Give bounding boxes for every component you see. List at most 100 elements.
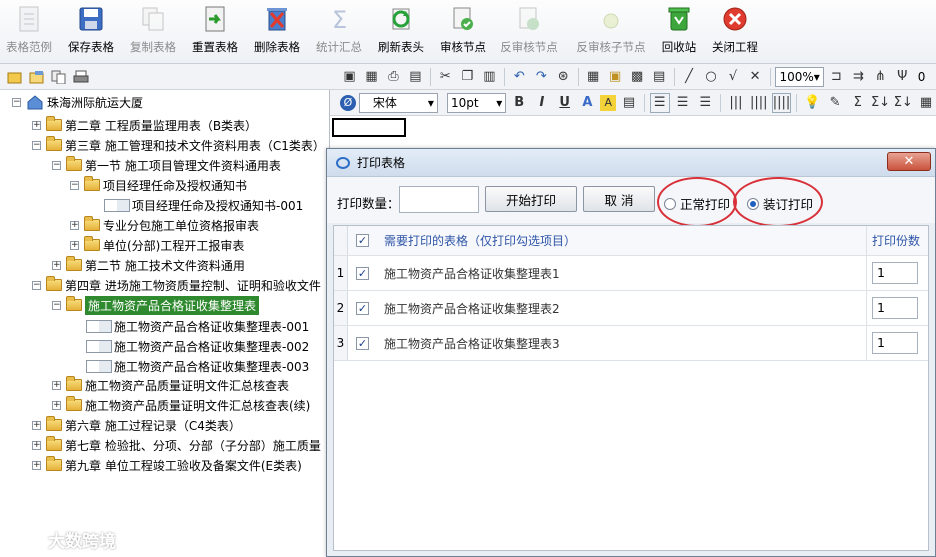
cross-icon[interactable]: ✕ bbox=[746, 67, 765, 87]
table-row[interactable]: 2 ✓ 施工物资产品合格证收集整理表2 1 bbox=[334, 291, 928, 326]
split-icon[interactable]: ⋔ bbox=[871, 67, 890, 87]
insert-col-icon[interactable]: ⇉ bbox=[849, 67, 868, 87]
tree-node-section2[interactable]: + 第二节 施工技术文件资料通用 bbox=[52, 255, 245, 275]
paste-icon[interactable]: ▥ bbox=[480, 67, 499, 87]
statistics-button[interactable]: Σ 统计汇总 bbox=[306, 4, 372, 62]
sum-col-icon[interactable]: Σ↓ bbox=[893, 93, 913, 113]
tree-node-chapter4[interactable]: − 第四章 进场施工物资质量控制、证明和验收文件 bbox=[32, 275, 321, 295]
line-icon[interactable]: ╱ bbox=[680, 67, 699, 87]
copies-input[interactable]: 1 bbox=[872, 332, 918, 354]
tree-print-icon[interactable] bbox=[72, 68, 90, 86]
collapse-icon[interactable]: − bbox=[32, 280, 41, 290]
tree-node-chapter2[interactable]: + 第二章 工程质量监理用表（B类表） bbox=[32, 115, 257, 135]
tree-copy-icon[interactable] bbox=[50, 68, 68, 86]
refresh-header-button[interactable]: 刷新表头 bbox=[368, 4, 434, 62]
bulb-icon[interactable]: 💡 bbox=[802, 93, 822, 113]
circle-icon[interactable]: ○ bbox=[702, 67, 721, 87]
row-checkbox[interactable]: ✓ bbox=[356, 337, 369, 350]
copies-input[interactable]: 1 bbox=[872, 297, 918, 319]
open-folder-icon[interactable] bbox=[28, 68, 46, 86]
unaudit-child-node-button[interactable]: 反审核子节点 bbox=[577, 4, 646, 62]
tree-node-chapter6[interactable]: + 第六章 施工过程记录（C4类表） bbox=[32, 415, 241, 435]
dialog-close-button[interactable]: ✕ bbox=[887, 152, 931, 171]
reset-table-button[interactable]: 重置表格 bbox=[182, 4, 248, 62]
copies-input[interactable]: 1 bbox=[872, 262, 918, 284]
expand-icon[interactable]: + bbox=[32, 440, 41, 450]
table-example-button[interactable]: 表格范例 bbox=[0, 4, 62, 62]
distribute-v-icon[interactable]: |||| bbox=[771, 92, 792, 113]
expand-icon[interactable]: + bbox=[32, 460, 41, 470]
grid-icon[interactable]: ▦ bbox=[584, 67, 603, 87]
lock-icon[interactable]: ▣ bbox=[606, 67, 625, 87]
collapse-icon[interactable]: − bbox=[70, 180, 79, 190]
distribute-h-icon[interactable]: |||| bbox=[749, 93, 769, 113]
tree-leaf-pm-notice-001[interactable]: 项目经理任命及授权通知书-001 bbox=[104, 195, 303, 215]
tree-leaf-material-cert-003[interactable]: 施工物资产品合格证收集整理表-003 bbox=[86, 356, 309, 376]
sum-row-icon[interactable]: Σ↓ bbox=[871, 93, 891, 113]
new-folder-icon[interactable] bbox=[6, 68, 24, 86]
undo-icon[interactable]: ↶ bbox=[510, 67, 529, 87]
underline-icon[interactable]: U bbox=[555, 93, 575, 113]
collapse-icon[interactable]: − bbox=[52, 300, 61, 310]
selected-cell[interactable] bbox=[332, 118, 406, 137]
collapse-icon[interactable]: − bbox=[12, 97, 21, 107]
close-project-button[interactable]: 关闭工程 bbox=[702, 4, 768, 62]
row-checkbox[interactable]: ✓ bbox=[356, 267, 369, 280]
tree-node-chapter3[interactable]: − 第三章 施工管理和技术文件资料用表（C1类表） bbox=[32, 135, 325, 155]
expand-icon[interactable]: + bbox=[70, 240, 79, 250]
rotate-icon[interactable]: Ψ bbox=[893, 67, 912, 87]
font-size-select[interactable]: 10pt ▾ bbox=[446, 92, 507, 113]
table-row[interactable]: 3 ✓ 施工物资产品合格证收集整理表3 1 bbox=[334, 326, 928, 361]
tree-root[interactable]: − 珠海洲际航运大厦 bbox=[12, 92, 143, 112]
border-icon[interactable]: ▤ bbox=[619, 93, 639, 113]
expand-icon[interactable]: + bbox=[32, 120, 41, 130]
audit-node-button[interactable]: 审核节点 bbox=[430, 4, 496, 62]
tree-node-subcontract[interactable]: + 专业分包施工单位资格报审表 bbox=[70, 215, 259, 235]
insert-row-icon[interactable]: ⊐ bbox=[827, 67, 846, 87]
print-icon[interactable]: ⎙ bbox=[384, 67, 403, 87]
grid-view-icon[interactable]: ▦ bbox=[916, 93, 936, 113]
table-row[interactable]: 1 ✓ 施工物资产品合格证收集整理表1 1 bbox=[334, 256, 928, 291]
font-style-icon[interactable]: Ø bbox=[340, 94, 356, 111]
tree-leaf-material-cert-002[interactable]: 施工物资产品合格证收集整理表-002 bbox=[86, 336, 309, 356]
tree-node-section1[interactable]: − 第一节 施工项目管理文件资料通用表 bbox=[52, 155, 281, 175]
tree-node-material-cert[interactable]: − 施工物资产品合格证收集整理表 bbox=[52, 295, 260, 315]
save-table-button[interactable]: 保存表格 bbox=[58, 4, 124, 62]
table-icon[interactable]: ▤ bbox=[650, 67, 669, 87]
tree-node-chapter7[interactable]: + 第七章 检验批、分项、分部（子分部）施工质量 bbox=[32, 435, 321, 455]
print-preview-icon[interactable]: ▤ bbox=[406, 67, 425, 87]
cancel-button[interactable]: 取 消 bbox=[583, 186, 655, 212]
tree-node-pm-notice[interactable]: − 项目经理任命及授权通知书 bbox=[70, 175, 247, 195]
tree-leaf-material-cert-001[interactable]: 施工物资产品合格证收集整理表-001 bbox=[86, 316, 309, 336]
collapse-icon[interactable]: − bbox=[32, 140, 41, 150]
expand-icon[interactable]: + bbox=[52, 260, 61, 270]
tree-node-commence[interactable]: + 单位(分部)工程开工报审表 bbox=[70, 235, 244, 255]
align-center-icon[interactable]: ☰ bbox=[673, 93, 693, 113]
italic-icon[interactable]: I bbox=[532, 93, 552, 113]
delete-table-button[interactable]: 删除表格 bbox=[244, 4, 310, 62]
select-all-checkbox[interactable]: ✓ bbox=[356, 234, 369, 247]
redo-icon[interactable]: ↷ bbox=[532, 67, 551, 87]
rotate-value[interactable]: 0 bbox=[915, 67, 936, 87]
font-color-icon[interactable]: A bbox=[578, 93, 598, 113]
merge-icon[interactable]: ▩ bbox=[628, 67, 647, 87]
tree-node-chapter9[interactable]: + 第九章 单位工程竣工验收及备案文件(E类表) bbox=[32, 455, 302, 475]
distribute-icon[interactable]: ||| bbox=[726, 93, 746, 113]
expand-icon[interactable]: + bbox=[70, 220, 79, 230]
highlight-icon[interactable]: A bbox=[600, 94, 617, 111]
start-print-button[interactable]: 开始打印 bbox=[485, 186, 577, 212]
font-select[interactable]: 宋体 ▾ bbox=[358, 92, 438, 113]
expand-icon[interactable]: + bbox=[52, 400, 61, 410]
tree-node-quality-check[interactable]: + 施工物资产品质量证明文件汇总核查表 bbox=[52, 375, 289, 395]
unaudit-node-button[interactable]: 反审核节点 bbox=[496, 4, 562, 62]
edit-icon[interactable]: ✎ bbox=[825, 93, 845, 113]
cut-icon[interactable]: ✂ bbox=[436, 67, 455, 87]
zoom-select[interactable]: 100% ▾ bbox=[775, 66, 824, 87]
copy-icon[interactable]: ❐ bbox=[458, 67, 477, 87]
search-icon[interactable]: ⊛ bbox=[554, 67, 573, 87]
save-icon[interactable]: ▣ bbox=[340, 67, 359, 87]
tree-node-quality-check-cont[interactable]: + 施工物资产品质量证明文件汇总核查表(续) bbox=[52, 395, 310, 415]
check-icon[interactable]: √ bbox=[724, 67, 743, 87]
collapse-icon[interactable]: − bbox=[52, 160, 61, 170]
align-right-icon[interactable]: ☰ bbox=[695, 93, 715, 113]
